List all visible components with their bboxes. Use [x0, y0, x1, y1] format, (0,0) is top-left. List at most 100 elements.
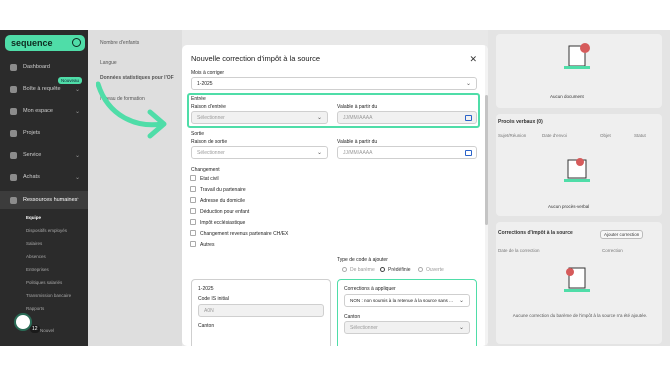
documents-card: Aucun document: [496, 34, 662, 108]
code-type-label: Type de code à ajouter: [337, 257, 388, 263]
chevron-down-icon: ⌄: [465, 81, 471, 87]
empty-minutes-icon: [564, 158, 590, 182]
sidebar-item-projects[interactable]: Projets: [0, 124, 88, 142]
sidebar-item-label: Dashboard: [23, 64, 50, 70]
annotation-arrow-icon: [96, 81, 167, 139]
subitem-companies[interactable]: Entreprises: [26, 267, 49, 272]
subitem-bottom[interactable]: Nouvel: [40, 328, 54, 333]
radio-label: Ouverte: [426, 267, 444, 273]
canton-placeholder: Sélectionner: [350, 324, 378, 331]
chevron-down-icon: ⌄: [74, 108, 80, 115]
sidebar-item-label: Service: [23, 152, 42, 158]
column-header: Statut: [634, 133, 646, 138]
chevron-down-icon: ⌄: [458, 298, 464, 304]
inbox-icon: [10, 85, 17, 93]
radio-open[interactable]: [418, 267, 423, 272]
calendar-icon[interactable]: [465, 150, 472, 156]
subitem-bank[interactable]: Transmission bancaire: [26, 293, 71, 298]
dashboard-icon: [10, 63, 17, 71]
empty-documents-icon: [564, 43, 590, 69]
empty-tax-text: Aucune correction du barème de l'impôt à…: [512, 313, 648, 318]
checkbox-church-tax[interactable]: [190, 219, 196, 225]
exit-reason-label: Raison de sortie: [191, 139, 228, 145]
add-correction-button[interactable]: Ajouter correction: [600, 230, 644, 239]
initial-code-label: Code IS initial: [198, 296, 229, 302]
corrections-panel: Corrections à appliquer NON : non soumis…: [337, 279, 477, 346]
checkbox-label: Autres: [200, 242, 215, 248]
sidebar-item-hr[interactable]: Ressources humaines ⌃: [0, 191, 88, 209]
subitem-devices[interactable]: Dispositifs employés: [26, 228, 67, 233]
sidebar-item-label: Boîte à requête: [23, 86, 61, 92]
checkbox-partner-work[interactable]: [190, 186, 196, 192]
empty-documents-text: Aucun document: [550, 94, 584, 99]
canton-label: Canton: [344, 314, 361, 320]
exit-reason-select[interactable]: Sélectionner ⌄: [191, 146, 328, 159]
checkbox-civil-status[interactable]: [190, 175, 196, 181]
chevron-up-icon: ⌃: [74, 197, 80, 204]
exit-date-label: Valable à partir du: [337, 139, 378, 145]
sidebar-item-purchases[interactable]: Achats ⌄: [0, 168, 88, 186]
column-header: Sujet/Réunion: [498, 133, 527, 138]
checkbox-other[interactable]: [190, 241, 196, 247]
subitem-salaries[interactable]: Salaires: [26, 241, 42, 246]
entry-date-input[interactable]: JJ/MM/AAAA: [337, 111, 477, 124]
minutes-title: Procès verbaux (0): [498, 119, 543, 125]
checkbox-partner-income[interactable]: [190, 230, 196, 236]
notification-count: 12: [30, 325, 40, 333]
chevron-down-icon: ⌄: [316, 115, 322, 121]
calendar-icon[interactable]: [465, 115, 472, 121]
corrections-value: NON : non soumis à la retenue à la sourc…: [350, 298, 453, 303]
subitem-policies[interactable]: Politiques salariés: [26, 280, 62, 285]
background-form: Nombre d'enfants Langue Données statisti…: [88, 30, 182, 346]
checkbox-child-deduction[interactable]: [190, 208, 196, 214]
column-header: Correction: [602, 248, 623, 253]
modal-scrollbar-thumb[interactable]: [485, 95, 488, 225]
chevron-down-icon: ⌄: [74, 86, 80, 93]
entry-section-title: Entrée: [191, 96, 206, 102]
sidebar-item-dashboard[interactable]: Dashboard: [0, 58, 88, 76]
corrections-label: Corrections à appliquer: [344, 286, 396, 292]
sidebar-item-label: Projets: [23, 130, 41, 136]
column-header: Date d'envoi: [542, 133, 567, 138]
month-label: Mois à corriger: [191, 70, 225, 76]
empty-tax-icon: [564, 267, 590, 292]
initial-code-value: A0N: [204, 307, 214, 314]
radio-label: Prédéfinie: [388, 267, 411, 273]
sidebar-item-service[interactable]: Service ⌄: [0, 146, 88, 164]
chevron-down-icon: ⌄: [74, 152, 80, 159]
subitem-reports[interactable]: Rapports: [26, 306, 44, 311]
chevron-down-icon: ⌄: [316, 150, 322, 156]
bg-label: Langue: [100, 60, 117, 66]
service-icon: [10, 151, 17, 159]
corrections-select[interactable]: NON : non soumis à la retenue à la sourc…: [344, 294, 470, 307]
subitem-absences[interactable]: Absences: [26, 254, 46, 259]
bg-label: Nombre d'enfants: [100, 40, 140, 46]
app-logo[interactable]: sequence: [5, 35, 85, 51]
settings-icon[interactable]: [72, 38, 81, 47]
tax-corrections-card: Corrections d'impôt à la source Ajouter …: [496, 222, 662, 344]
close-icon[interactable]: ✕: [469, 54, 477, 65]
sidebar-item-my-space[interactable]: Mon espace ⌄: [0, 102, 88, 120]
column-header: Objet: [600, 133, 611, 138]
app-window: sequence Dashboard Boîte à requête ⌄ Nou…: [0, 30, 670, 346]
minutes-card: Procès verbaux (0) Sujet/Réunion Date d'…: [496, 114, 662, 216]
radio-predefined[interactable]: [380, 267, 385, 272]
exit-date-input[interactable]: JJ/MM/AAAA: [337, 146, 477, 159]
correction-modal: Nouvelle correction d'impôt à la source …: [182, 45, 488, 346]
exit-date-placeholder: JJ/MM/AAAA: [343, 149, 373, 156]
exit-section-title: Sortie: [191, 131, 205, 137]
month-select[interactable]: 1-2025 ⌄: [191, 77, 477, 90]
subitem-team[interactable]: Equipe: [26, 215, 41, 220]
initial-code-input[interactable]: A0N: [198, 304, 324, 317]
background-panels: Aucun document Procès verbaux (0) Sujet/…: [488, 30, 670, 346]
canton-select[interactable]: Sélectionner ⌄: [344, 321, 470, 334]
checkbox-address[interactable]: [190, 197, 196, 203]
folder-icon: [10, 129, 17, 137]
month-value: 1-2025: [197, 80, 213, 87]
entry-reason-select[interactable]: Sélectionner ⌄: [191, 111, 328, 124]
checkbox-label: Etat civil: [200, 176, 219, 182]
checkbox-label: Déduction pour enfant: [200, 209, 250, 215]
new-badge: Nouveau: [58, 77, 83, 84]
entry-date-placeholder: JJ/MM/AAAA: [343, 114, 373, 121]
radio-scale[interactable]: [342, 267, 347, 272]
